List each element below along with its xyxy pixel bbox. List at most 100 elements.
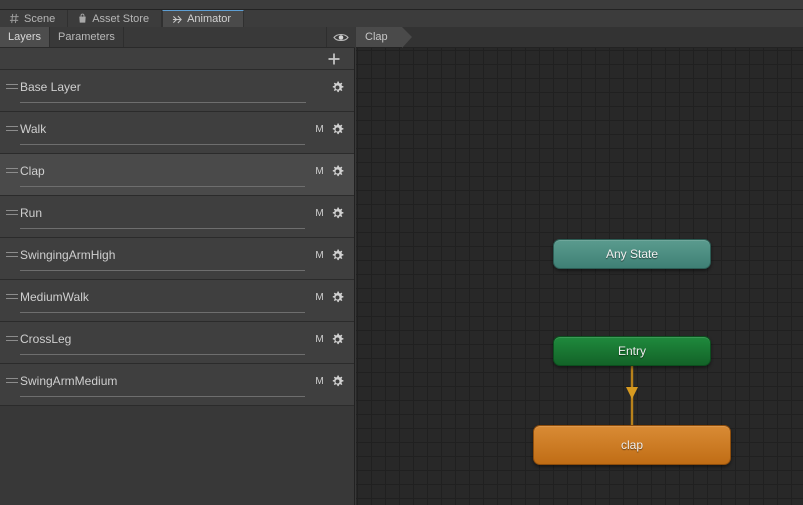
drag-handle-icon[interactable] — [0, 70, 20, 92]
subtab-layers[interactable]: Layers — [0, 27, 51, 47]
layer-name: SwingArmMedium — [20, 374, 118, 388]
subtab-parameters-label: Parameters — [58, 31, 115, 43]
layer-name: MediumWalk — [20, 290, 89, 304]
drag-handle-icon[interactable] — [0, 364, 20, 386]
breadcrumb-filler — [401, 27, 803, 47]
state-node-clap-label: clap — [620, 438, 643, 452]
layer-weight-slider[interactable] — [20, 270, 306, 271]
animator-sub-toolbar: Layers Parameters — [0, 27, 355, 48]
eye-icon — [333, 33, 349, 41]
layer-controls: M — [315, 280, 354, 304]
tab-asset-store-label: Asset Store — [92, 12, 150, 25]
layer-controls: M — [315, 154, 354, 178]
sub-toolbar-filler — [124, 27, 327, 47]
layer-row[interactable]: SwingingArmHigh M — [0, 238, 354, 280]
auto-live-link-toggle[interactable] — [327, 27, 355, 47]
animator-graph-panel: Clap Any State Entry clap — [356, 27, 803, 505]
tab-asset-store[interactable]: Asset Store — [68, 10, 163, 27]
layer-weight-slider[interactable] — [20, 144, 306, 145]
layer-controls: M — [315, 322, 354, 346]
layer-mask-indicator: M — [315, 292, 324, 303]
layer-mask-indicator: M — [315, 166, 324, 177]
layer-name: Clap — [20, 164, 45, 178]
gear-icon[interactable] — [331, 123, 344, 136]
layer-row[interactable]: Clap M — [0, 154, 354, 196]
breadcrumb-item-clap-label: Clap — [365, 31, 388, 43]
tab-scene[interactable]: Scene — [0, 10, 69, 27]
tab-animator-label: Animator — [187, 13, 232, 25]
layer-controls: M — [315, 112, 354, 136]
state-node-any-state-label: Any State — [605, 247, 659, 261]
gear-icon[interactable] — [331, 291, 344, 304]
tab-scene-label: Scene — [24, 12, 56, 25]
plus-icon[interactable] — [326, 51, 342, 67]
layer-weight-slider[interactable] — [20, 354, 306, 355]
gear-icon[interactable] — [331, 165, 344, 178]
drag-handle-icon[interactable] — [0, 112, 20, 134]
breadcrumb-item-clap[interactable]: Clap — [356, 27, 412, 48]
state-node-entry-label: Entry — [617, 344, 646, 358]
layer-mask-indicator: M — [315, 250, 324, 261]
layer-name: SwingingArmHigh — [20, 248, 116, 262]
layer-mask-indicator: M — [315, 376, 324, 387]
tab-bar-filler — [244, 10, 803, 27]
drag-handle-icon[interactable] — [0, 196, 20, 218]
grid-icon — [9, 13, 19, 24]
branch-arrow-icon — [172, 15, 182, 23]
layer-weight-slider[interactable] — [20, 228, 306, 229]
gear-icon[interactable] — [331, 207, 344, 220]
drag-handle-icon[interactable] — [0, 322, 20, 344]
drag-handle-icon[interactable] — [0, 280, 20, 302]
layer-row[interactable]: CrossLeg M — [0, 322, 354, 364]
layer-weight-slider[interactable] — [20, 396, 306, 397]
subtab-layers-label: Layers — [8, 31, 42, 43]
state-node-clap[interactable]: clap — [533, 425, 731, 465]
layer-row[interactable]: Base Layer — [0, 70, 354, 112]
layer-main: Clap — [20, 154, 315, 187]
transition-arrow-icon — [626, 387, 638, 399]
gear-icon[interactable] — [331, 333, 344, 346]
state-node-entry[interactable]: Entry — [553, 336, 711, 366]
layer-name: Run — [20, 206, 43, 220]
layer-controls — [316, 70, 354, 94]
layers-panel: Base Layer Walk M Clap M Run M SwingingArmHigh M… — [0, 48, 355, 505]
layer-controls: M — [315, 364, 354, 388]
layer-main: CrossLeg — [20, 322, 315, 355]
layer-controls: M — [315, 238, 354, 262]
drag-handle-icon[interactable] — [0, 238, 20, 260]
animator-window: Scene Asset Store Animator Layers Parame… — [0, 0, 803, 505]
subtab-parameters[interactable]: Parameters — [50, 27, 124, 47]
layer-mask-indicator: M — [315, 124, 324, 135]
tab-animator[interactable]: Animator — [162, 10, 245, 27]
window-tab-bar: Scene Asset Store Animator — [0, 10, 803, 27]
layer-main: SwingingArmHigh — [20, 238, 315, 271]
layer-main: MediumWalk — [20, 280, 315, 313]
gear-icon[interactable] — [331, 81, 344, 94]
gear-icon[interactable] — [331, 375, 344, 388]
layer-weight-slider[interactable] — [20, 186, 306, 187]
layer-row[interactable]: MediumWalk M — [0, 280, 354, 322]
state-machine-canvas[interactable]: Any State Entry clap — [356, 48, 803, 505]
layer-row[interactable]: Run M — [0, 196, 354, 238]
gear-icon[interactable] — [331, 249, 344, 262]
layer-list: Base Layer Walk M Clap M Run M SwingingArmHigh M… — [0, 70, 354, 406]
layer-main: Run — [20, 196, 315, 229]
layer-name: CrossLeg — [20, 332, 72, 346]
unity-main-toolbar — [0, 0, 803, 10]
layer-weight-slider[interactable] — [20, 312, 306, 313]
layer-add-row — [0, 48, 354, 70]
layer-controls: M — [315, 196, 354, 220]
state-node-any-state[interactable]: Any State — [553, 239, 711, 269]
layer-mask-indicator: M — [315, 208, 324, 219]
layer-name: Walk — [20, 122, 47, 136]
layer-name: Base Layer — [20, 80, 81, 94]
layer-main: SwingArmMedium — [20, 364, 315, 397]
layer-mask-indicator: M — [315, 334, 324, 345]
drag-handle-icon[interactable] — [0, 154, 20, 176]
layer-main: Base Layer — [20, 70, 316, 103]
layer-weight-slider[interactable] — [20, 102, 306, 103]
layer-row[interactable]: SwingArmMedium M — [0, 364, 354, 406]
layer-main: Walk — [20, 112, 315, 145]
breadcrumb: Clap — [356, 27, 803, 48]
layer-row[interactable]: Walk M — [0, 112, 354, 154]
